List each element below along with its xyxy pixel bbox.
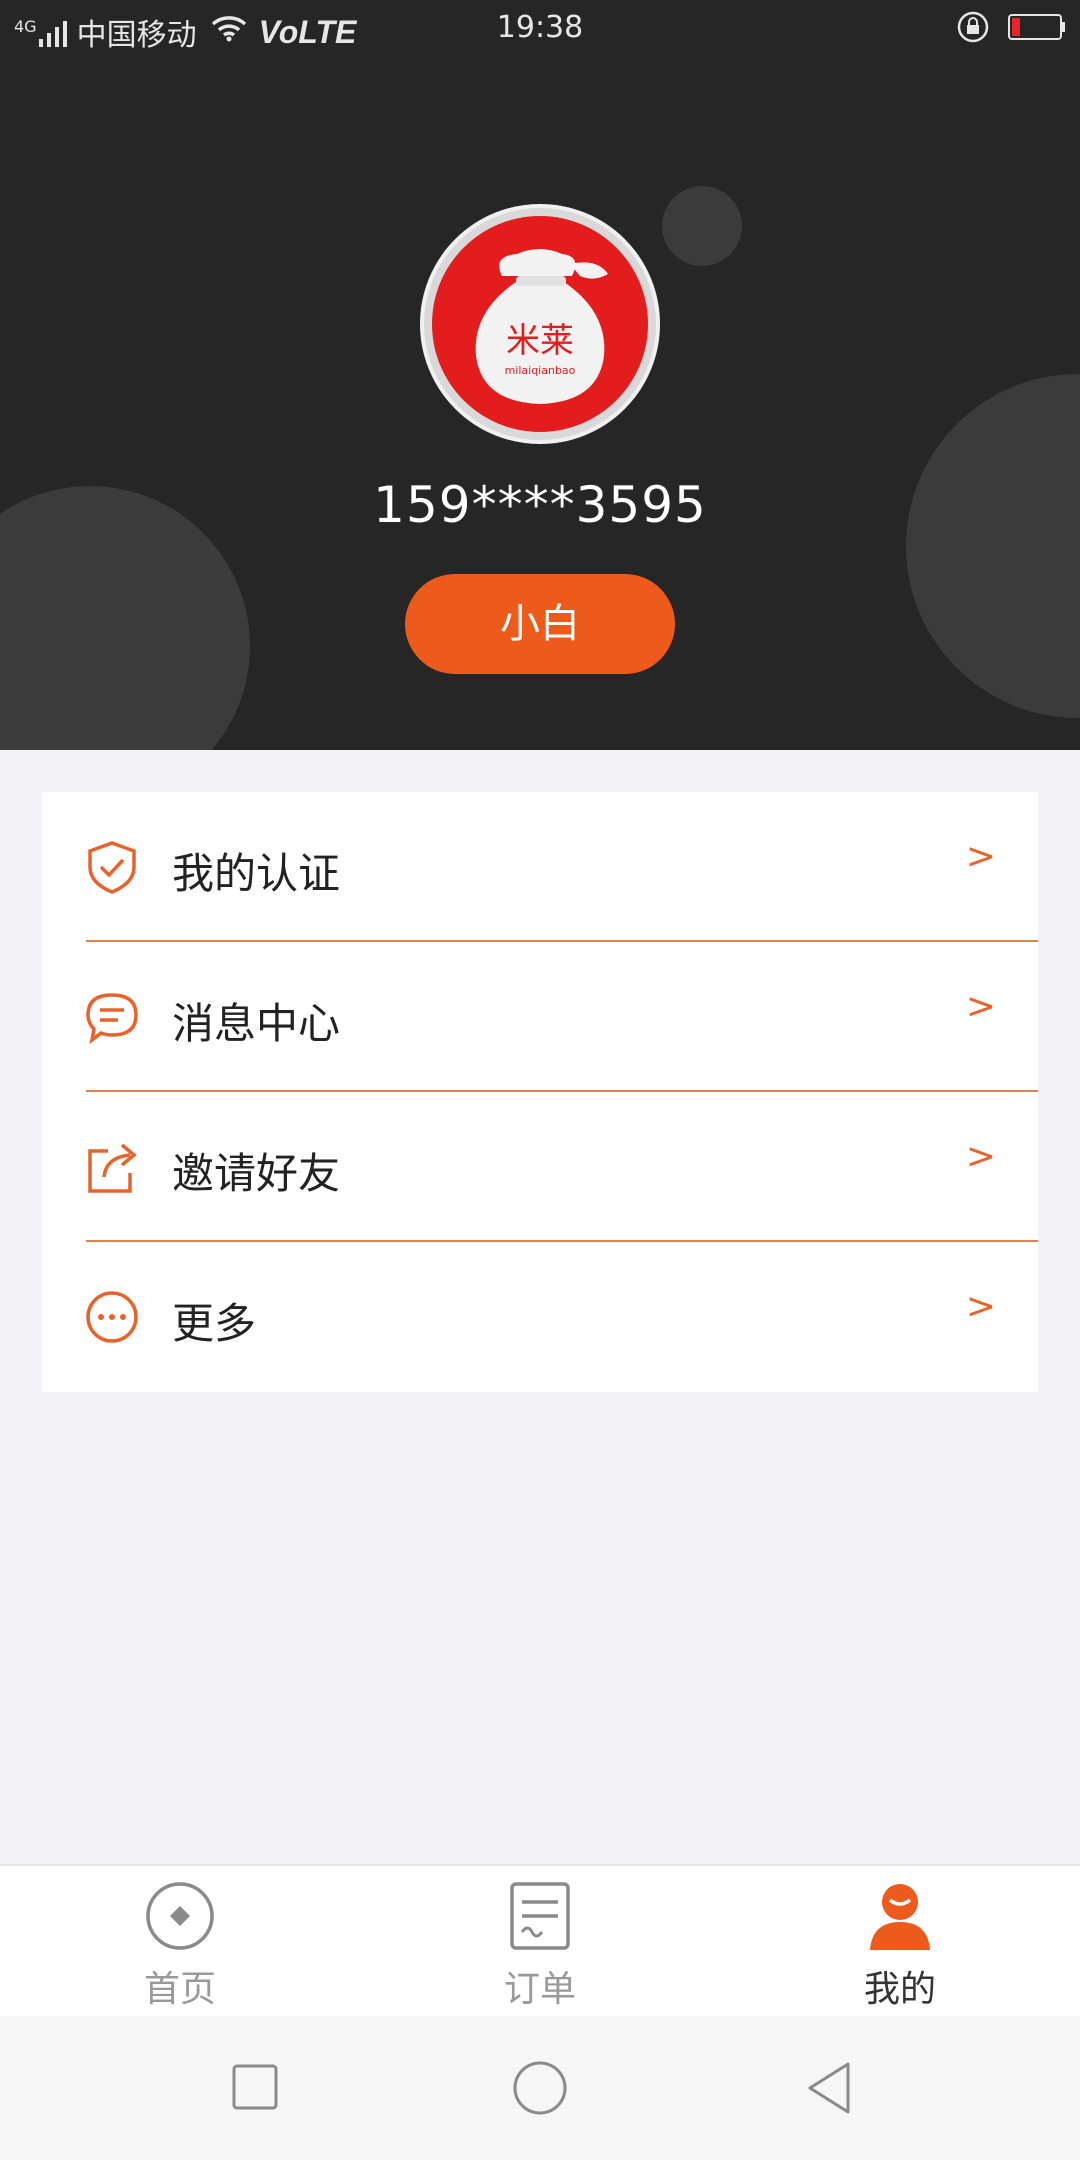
tab-label: 订单 [503,1969,576,2010]
tab-label: 我的 [863,1969,936,2010]
tab-mine[interactable]: 我的 [720,1866,1080,2018]
home-diamond-icon [144,1880,216,1952]
menu-item-label: 消息中心 [172,999,341,1048]
more-dots-icon [84,1289,140,1345]
app-logo: 米莱 milaiqianbao [432,216,648,432]
decor-circle-right [906,374,1080,718]
status-bar: 4G 中国移动 VoLTE 19:38 [0,0,1080,60]
chevron-right-icon: > [965,836,996,877]
chevron-right-icon: > [965,986,996,1027]
rotation-lock-icon [956,10,990,52]
user-icon [864,1880,936,1952]
system-navigation-bar [0,2016,1080,2160]
menu-item-label: 更多 [172,1299,257,1348]
share-icon [84,1139,140,1195]
status-time: 19:38 [496,10,584,45]
menu-item-messages[interactable]: 消息中心 > [42,942,1038,1092]
menu-item-certification[interactable]: 我的认证 > [42,792,1038,942]
shield-check-icon [84,839,140,895]
menu-item-invite-friends[interactable]: 邀请好友 > [42,1092,1038,1242]
decor-circle-small [662,186,742,266]
menu-card: 我的认证 > 消息中心 > 邀请好友 > 更多 > [42,792,1038,1392]
menu-item-label: 我的认证 [172,849,341,898]
tab-orders[interactable]: 订单 [360,1866,720,2018]
chevron-right-icon: > [965,1286,996,1327]
order-list-icon [504,1880,576,1952]
level-badge-button[interactable]: 小白 [405,574,675,674]
recent-apps-icon[interactable] [232,2064,278,2114]
back-triangle-icon[interactable] [804,2060,854,2120]
tab-home[interactable]: 首页 [0,1866,360,2018]
home-circle-icon[interactable] [512,2060,568,2120]
avatar[interactable]: 米莱 milaiqianbao [420,204,660,444]
svg-text:米莱: 米莱 [506,321,574,361]
menu-item-more[interactable]: 更多 > [42,1242,1038,1392]
user-phone: 159****3595 [373,476,707,534]
tab-label: 首页 [143,1969,216,2010]
menu-item-label: 邀请好友 [172,1149,341,1198]
battery-icon [1008,13,1066,49]
bottom-tab-bar: 首页 订单 我的 [0,1864,1080,2018]
chevron-right-icon: > [965,1136,996,1177]
money-bag-logo-icon: 米莱 milaiqianbao [475,249,608,404]
chat-bubble-icon [84,989,140,1045]
svg-text:milaiqianbao: milaiqianbao [505,364,576,377]
